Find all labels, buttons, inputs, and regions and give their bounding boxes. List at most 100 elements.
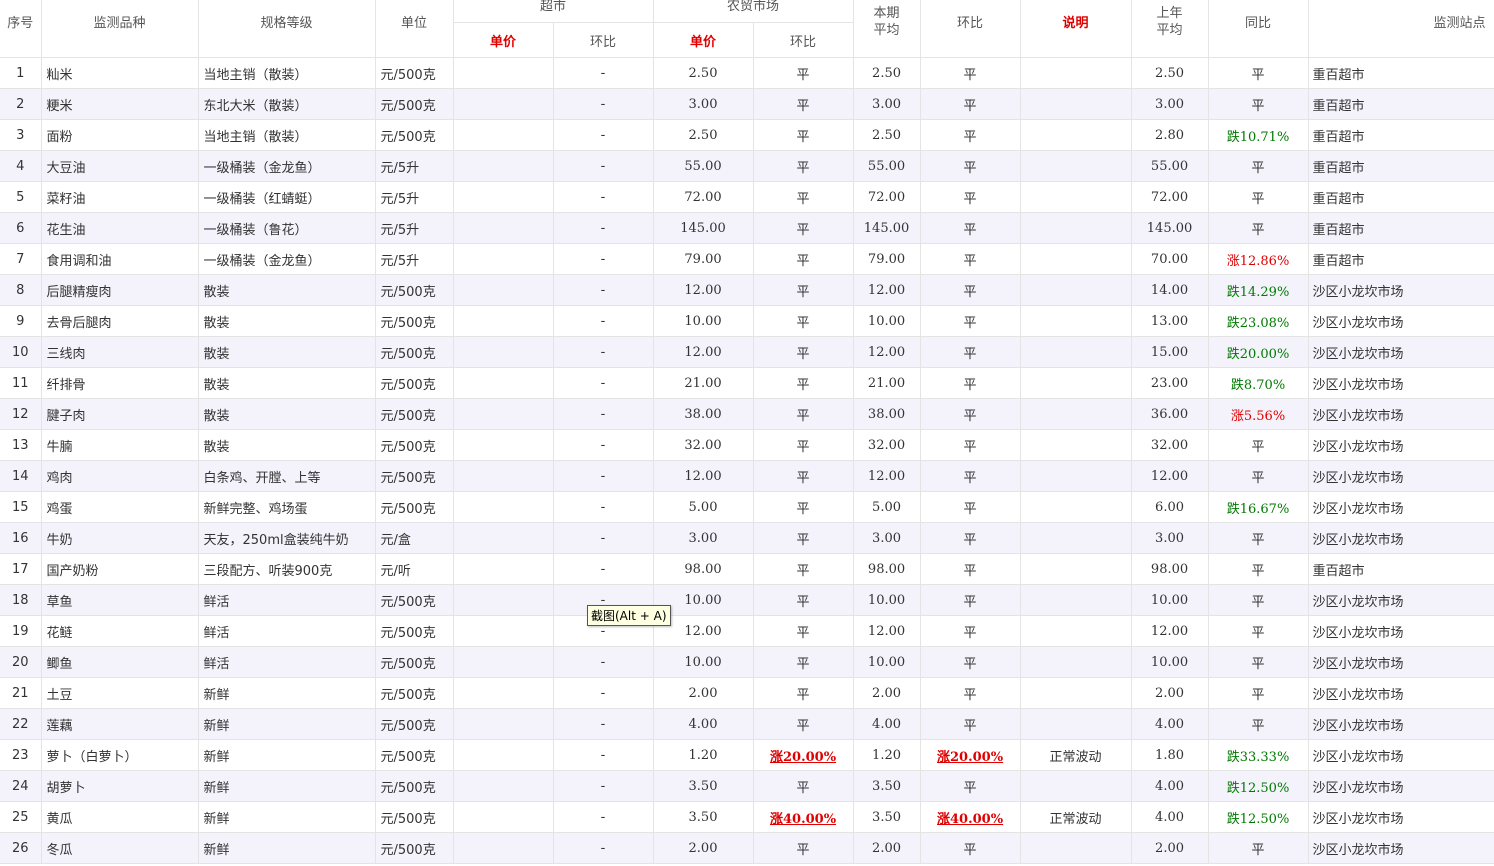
cell-sm-mom-text: -: [600, 282, 606, 298]
cell-yoy: 涨12.86%: [1208, 243, 1309, 275]
cell-yoy: 平: [1208, 460, 1309, 492]
cell-variety-text: 鸡蛋: [46, 501, 73, 517]
cell-mom-text: 平: [963, 594, 977, 610]
cell-variety-text: 后腿精瘦肉: [46, 284, 112, 300]
cell-seq: 1: [0, 57, 42, 89]
cell-last-year-avg: 12.00: [1131, 460, 1209, 492]
cell-last-year-avg-text: 14.00: [1150, 282, 1189, 298]
cell-site-text: 重百超市: [1312, 98, 1365, 114]
cell-sm-mom: -: [553, 553, 654, 585]
cell-fm-price-text: 12.00: [684, 344, 722, 360]
cell-sm-mom: -: [553, 708, 654, 740]
cell-sm-mom: -: [553, 212, 654, 244]
cell-fm-mom-text: 平: [796, 160, 810, 176]
cell-unit: 元/500克: [375, 57, 454, 89]
cell-mom: 平: [920, 708, 1021, 740]
cell-site: 沙区小龙坎市场: [1308, 522, 1494, 554]
cell-seq-text: 5: [16, 189, 25, 205]
cell-seq-text: 20: [11, 654, 29, 670]
cell-sm-mom-text: -: [600, 685, 606, 701]
cell-unit-text: 元/500克: [380, 718, 436, 734]
cell-fm-mom-text: 平: [796, 501, 810, 517]
cell-seq: 22: [0, 708, 42, 740]
cell-note: [1020, 460, 1132, 492]
cell-sm-price: [453, 770, 554, 802]
cell-fm-price-text: 10.00: [684, 592, 722, 608]
cell-variety: 国产奶粉: [41, 553, 199, 585]
cell-last-year-avg-text: 4.00: [1155, 778, 1184, 794]
cell-unit-text: 元/500克: [380, 346, 436, 362]
table-row: 19 花鲢 鲜活 元/500克 -12.00 平 12.00 平 12.00 平沙区小龙坎市场: [0, 615, 1494, 647]
cell-unit-text: 元/500克: [380, 377, 436, 393]
cell-site-text: 重百超市: [1312, 253, 1365, 269]
cell-spec: 一级桶装（红蜻蜓）: [198, 181, 376, 213]
cell-spec-text: 散装: [203, 346, 230, 362]
cell-fm-price-text: 12.00: [684, 468, 722, 484]
cell-seq: 3: [0, 119, 42, 151]
cell-seq-text: 21: [11, 685, 29, 701]
cell-last-year-avg: 14.00: [1131, 274, 1209, 306]
cell-note: [1020, 398, 1132, 430]
cell-note: [1020, 832, 1132, 864]
cell-note: [1020, 429, 1132, 461]
cell-last-year-avg-text: 3.00: [1155, 530, 1184, 546]
cell-fm-mom-text: 平: [796, 780, 810, 796]
cell-spec: 散装: [198, 367, 376, 399]
cell-fm-price: 3.50: [653, 801, 754, 833]
cell-mom: 平: [920, 460, 1021, 492]
table-row: 24 胡萝卜 新鲜 元/500克 - 3.50 平 3.50 平 4.00 跌12.50% 沙区小龙坎…: [0, 770, 1494, 802]
cell-last-year-avg-text: 15.00: [1150, 344, 1189, 360]
table-row: 11 纤排骨 散装 元/500克 - 21.00 平 21.00 平 23.00 跌8.70% 沙区小…: [0, 367, 1494, 399]
cell-variety-text: 牛奶: [46, 532, 73, 548]
cell-sm-price: [453, 832, 554, 864]
cell-fm-mom: 平: [753, 832, 854, 864]
cell-yoy-text: 跌10.71%: [1226, 129, 1290, 145]
cell-unit-text: 元/500克: [380, 811, 436, 827]
cell-fm-mom-text: 平: [796, 470, 810, 486]
cell-fm-price: 10.00: [653, 305, 754, 337]
cell-mom: 平: [920, 181, 1021, 213]
cell-spec: 散装: [198, 398, 376, 430]
table-row: 22 莲藕 新鲜 元/500克 - 4.00 平 4.00 平 4.00 平 沙区小龙坎市场: [0, 708, 1494, 740]
cell-fm-mom-text: 平: [796, 439, 810, 455]
cell-site-text: 沙区小龙坎市场: [1312, 625, 1404, 641]
cell-site-text: 沙区小龙坎市场: [1312, 470, 1404, 486]
cell-yoy-text: 平: [1251, 191, 1265, 207]
header-period-avg: 本期 平均: [853, 0, 921, 58]
cell-seq: 4: [0, 150, 42, 182]
screenshot-tooltip: 截图(Alt + A): [587, 605, 671, 626]
cell-sm-price: [453, 615, 554, 647]
header-seq: 序号: [0, 0, 42, 58]
cell-seq-text: 8: [16, 282, 25, 298]
cell-site: 重百超市: [1308, 150, 1494, 182]
cell-seq-text: 12: [11, 406, 29, 422]
cell-spec-text: 三段配方、听装900克: [203, 563, 333, 579]
cell-seq-text: 14: [11, 468, 29, 484]
cell-site: 沙区小龙坎市场: [1308, 646, 1494, 678]
cell-spec: 散装: [198, 274, 376, 306]
cell-fm-mom: 涨40.00%: [753, 801, 854, 833]
cell-variety: 牛腩: [41, 429, 199, 461]
cell-last-year-avg: 4.00: [1131, 770, 1209, 802]
cell-site-text: 重百超市: [1312, 222, 1365, 238]
cell-sm-price: [453, 739, 554, 771]
cell-period-avg-text: 10.00: [867, 313, 906, 329]
cell-sm-mom: -: [553, 150, 654, 182]
cell-fm-mom: 平: [753, 677, 854, 709]
cell-site-text: 沙区小龙坎市场: [1312, 439, 1404, 455]
cell-fm-price: 10.00: [653, 646, 754, 678]
cell-sm-price: [453, 460, 554, 492]
cell-period-avg-text: 4.00: [872, 716, 901, 732]
cell-seq: 23: [0, 739, 42, 771]
cell-last-year-avg: 70.00: [1131, 243, 1209, 275]
cell-yoy-text: 平: [1251, 160, 1265, 176]
cell-variety: 黄瓜: [41, 801, 199, 833]
cell-mom: 平: [920, 119, 1021, 151]
cell-site: 沙区小龙坎市场: [1308, 584, 1494, 616]
cell-note: 正常波动: [1020, 739, 1132, 771]
cell-period-avg-text: 3.00: [872, 530, 901, 546]
cell-spec: 散装: [198, 336, 376, 368]
cell-unit-text: 元/500克: [380, 98, 436, 114]
cell-spec: 当地主销（散装）: [198, 57, 376, 89]
cell-note: [1020, 150, 1132, 182]
